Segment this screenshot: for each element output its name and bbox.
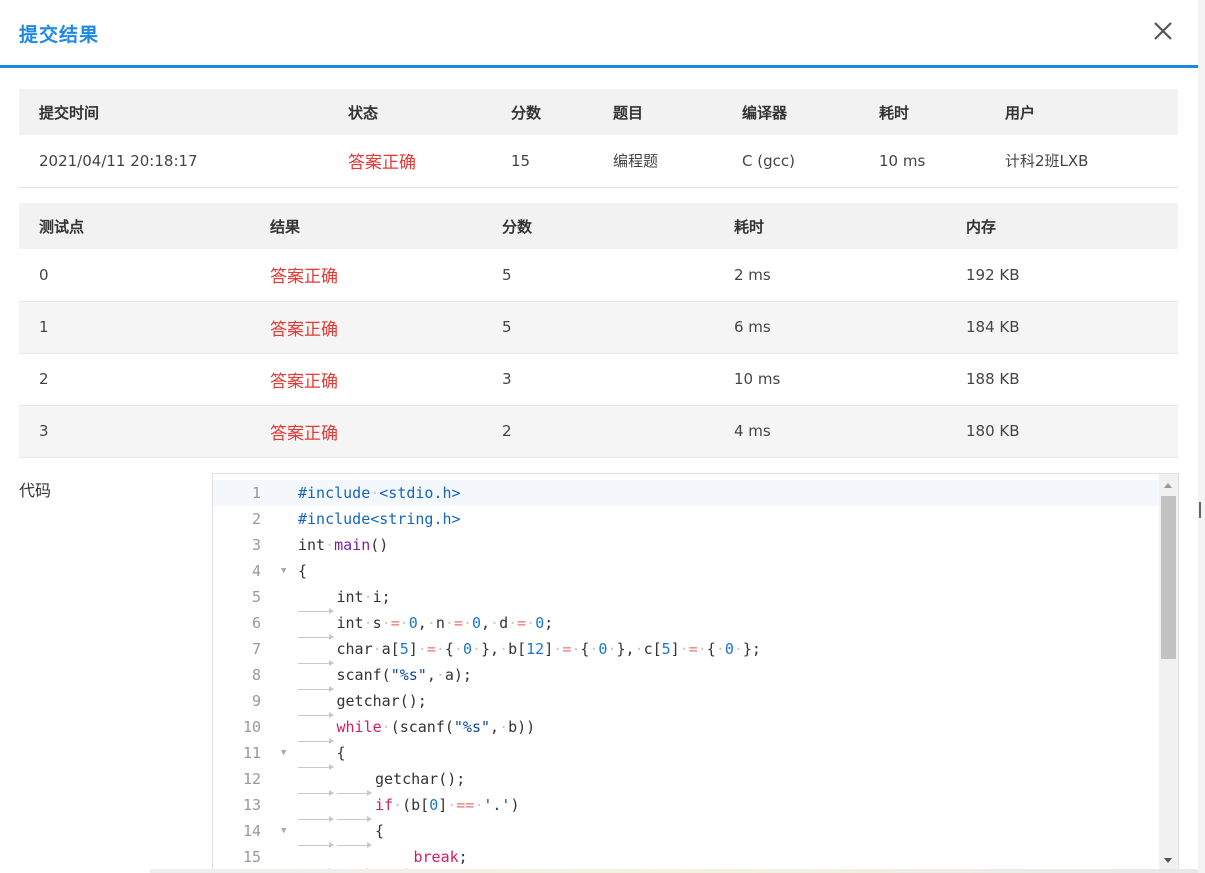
- header-case-score: 分数: [482, 203, 714, 249]
- code-line: char·a[5]·=·{·0·},·b[12]·=·{·0·},·c[5]·=…: [298, 640, 761, 666]
- user-name: 计科2班LXB: [985, 135, 1178, 188]
- case-time: 2 ms: [714, 249, 946, 302]
- header-score: 分数: [491, 89, 593, 135]
- compiler: C (gcc): [722, 135, 859, 188]
- table-row: 3 答案正确 2 4 ms 180 KB: [19, 405, 1178, 458]
- code-line: getchar();: [298, 692, 427, 718]
- line-number: 8: [251, 666, 261, 684]
- line-number: 15: [242, 848, 261, 866]
- table-row: 1 答案正确 5 6 ms 184 KB: [19, 301, 1178, 354]
- line-number: 13: [242, 796, 261, 814]
- table-row: 0 答案正确 5 2 ms 192 KB: [19, 249, 1178, 302]
- header-elapsed: 耗时: [859, 89, 985, 135]
- summary-header-row: 提交时间 状态 分数 题目 编译器 耗时 用户: [19, 89, 1178, 135]
- case-memory: 192 KB: [946, 249, 1178, 302]
- header-submit-time: 提交时间: [19, 89, 328, 135]
- case-id: 2: [19, 353, 250, 406]
- line-number: 4: [251, 562, 261, 580]
- line-number: 11: [242, 744, 261, 762]
- page-edge-strip: [1198, 0, 1205, 873]
- code-editor[interactable]: 1 #include·<stdio.h> 2 #include<string.h> 3 i…: [212, 473, 1179, 873]
- dialog-header: 提交结果: [0, 0, 1198, 68]
- case-time: 6 ms: [714, 301, 946, 354]
- line-number: 10: [242, 718, 261, 736]
- line-number: 7: [251, 640, 261, 658]
- header-memory: 内存: [946, 203, 1178, 249]
- scroll-up-arrow-icon[interactable]: [1164, 483, 1172, 488]
- case-id: 0: [19, 249, 250, 302]
- header-compiler: 编译器: [722, 89, 859, 135]
- case-result: 答案正确: [250, 249, 482, 302]
- code-line: {: [298, 562, 308, 580]
- bottom-edge: [150, 869, 1198, 873]
- code-line: int·i;: [298, 588, 391, 614]
- submission-result-dialog: 提交结果 提交时间 状态 分数 题目 编译器 耗时 用户 2021/04/11 …: [0, 0, 1198, 873]
- line-number: 9: [251, 692, 261, 710]
- case-score: 5: [482, 249, 714, 302]
- scrollbar-thumb[interactable]: [1161, 496, 1176, 659]
- summary-row: 2021/04/11 20:18:17 答案正确 15 编程题 C (gcc) …: [19, 135, 1178, 188]
- total-score: 15: [491, 135, 593, 188]
- close-icon: [1154, 22, 1172, 40]
- editor-scrollbar[interactable]: [1159, 474, 1178, 872]
- case-result: 答案正确: [250, 405, 482, 458]
- line-number: 5: [251, 588, 261, 606]
- header-user: 用户: [985, 89, 1178, 135]
- line-number: 3: [251, 536, 261, 554]
- code-line: {: [298, 822, 385, 848]
- test-cases-table: 测试点 结果 分数 耗时 内存 0 答案正确 5 2 ms 192 KB 1 答…: [19, 203, 1178, 458]
- code-line: #include·<stdio.h>: [298, 484, 461, 502]
- code-line: int·main(): [298, 536, 389, 554]
- header-problem: 题目: [593, 89, 722, 135]
- case-score: 2: [482, 405, 714, 458]
- line-number: 2: [251, 510, 261, 528]
- code-line: {: [298, 744, 346, 770]
- case-score: 5: [482, 301, 714, 354]
- table-row: 2 答案正确 3 10 ms 188 KB: [19, 353, 1178, 406]
- elapsed-time: 10 ms: [859, 135, 985, 188]
- dialog-title: 提交结果: [19, 24, 100, 46]
- code-line: int·s·=·0,·n·=·0,·d·=·0;: [298, 614, 554, 640]
- case-time: 10 ms: [714, 353, 946, 406]
- case-memory: 180 KB: [946, 405, 1178, 458]
- code-line: #include<string.h>: [298, 510, 461, 528]
- case-id: 3: [19, 405, 250, 458]
- fold-toggle-icon[interactable]: ▼: [281, 826, 286, 836]
- code-line: getchar();: [298, 770, 466, 796]
- fold-toggle-icon[interactable]: ▼: [281, 748, 286, 758]
- line-number: 1: [251, 484, 261, 502]
- scroll-down-arrow-icon[interactable]: [1164, 858, 1172, 863]
- case-id: 1: [19, 301, 250, 354]
- case-time: 4 ms: [714, 405, 946, 458]
- case-memory: 184 KB: [946, 301, 1178, 354]
- code-line: scanf("%s",·a);: [298, 666, 472, 692]
- line-number: 14: [242, 822, 261, 840]
- header-status: 状态: [328, 89, 491, 135]
- close-button[interactable]: [1148, 16, 1178, 46]
- header-test-point: 测试点: [19, 203, 250, 249]
- code-line: if·(b[0]·==·'.'): [298, 796, 520, 822]
- problem-type: 编程题: [593, 135, 722, 188]
- status-badge: 答案正确: [328, 135, 491, 188]
- code-line: break;: [298, 848, 468, 872]
- header-case-time: 耗时: [714, 203, 946, 249]
- line-number: 6: [251, 614, 261, 632]
- case-result: 答案正确: [250, 301, 482, 354]
- code-label: 代码: [19, 481, 52, 500]
- line-number: 12: [242, 770, 261, 788]
- case-memory: 188 KB: [946, 353, 1178, 406]
- fold-toggle-icon[interactable]: ▼: [281, 566, 286, 576]
- edge-mark: [1199, 502, 1201, 518]
- summary-table: 提交时间 状态 分数 题目 编译器 耗时 用户 2021/04/11 20:18…: [19, 89, 1178, 188]
- cases-header-row: 测试点 结果 分数 耗时 内存: [19, 203, 1178, 249]
- code-line: while·(scanf("%s",·b)): [298, 718, 536, 744]
- header-result: 结果: [250, 203, 482, 249]
- case-result: 答案正确: [250, 353, 482, 406]
- submit-time: 2021/04/11 20:18:17: [19, 135, 328, 188]
- case-score: 3: [482, 353, 714, 406]
